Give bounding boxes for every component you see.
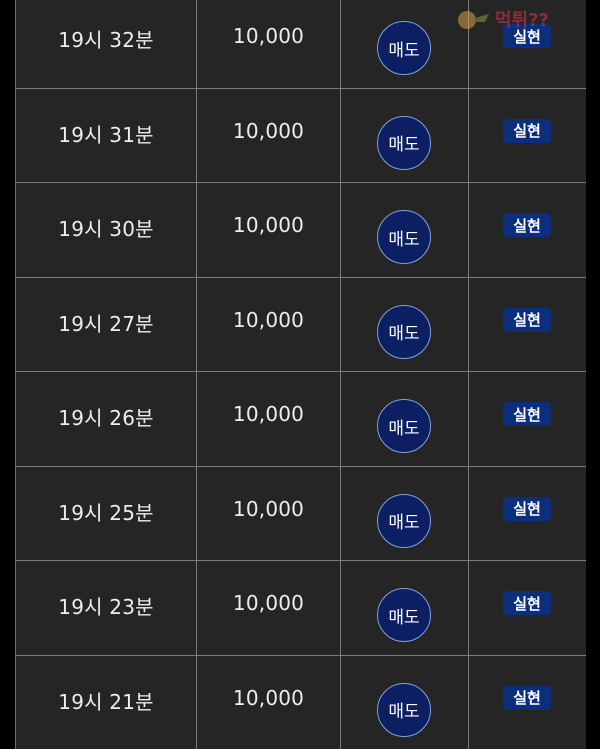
side-cell: 매도 (341, 466, 469, 560)
realized-badge[interactable]: 실현 (503, 213, 551, 237)
amount-cell: 10,000 (197, 561, 341, 655)
amount-text: 10,000 (232, 591, 305, 615)
watermark-title: 먹튀?? (495, 10, 550, 31)
time-cell: 19시 25분 (16, 466, 197, 560)
sell-button[interactable]: 매도 (377, 210, 431, 264)
side-cell: 매도 (341, 277, 469, 371)
amount-cell: 10,000 (197, 372, 341, 466)
realized-badge[interactable]: 실현 (503, 402, 551, 426)
time-cell: 19시 32분 (16, 0, 197, 88)
status-cell: 실현 (469, 656, 586, 749)
amount-cell: 10,000 (197, 88, 341, 182)
status-cell: 실현 (469, 372, 586, 466)
amount-text: 10,000 (232, 496, 305, 521)
side-cell: 매도 (341, 372, 469, 466)
status-cell: 실현 (469, 278, 586, 372)
realized-badge[interactable]: 실현 (503, 118, 551, 143)
time-cell: 19시 31분 (16, 88, 197, 182)
status-cell: 실현 (469, 183, 586, 277)
status-cell: 실현 (469, 467, 586, 561)
amount-cell: 10,000 (197, 655, 341, 749)
table-row: 19시 31분 10,000 매도 실현 (16, 88, 586, 183)
watermark-emblem-icon (458, 11, 489, 29)
sell-button[interactable]: 매도 (377, 588, 431, 642)
time-cell: 19시 30분 (16, 183, 197, 277)
table-row: 19시 30분 10,000 매도 실현 (16, 183, 586, 278)
time-text: 19시 23분 (58, 595, 154, 619)
amount-cell: 10,000 (197, 277, 341, 371)
amount-text: 10,000 (232, 307, 305, 332)
amount-text: 10,000 (232, 402, 305, 426)
sell-button[interactable]: 매도 (377, 21, 431, 75)
sell-button[interactable]: 매도 (377, 304, 431, 359)
time-cell: 19시 21분 (16, 655, 197, 749)
realized-badge[interactable]: 실현 (503, 591, 551, 615)
side-cell: 매도 (341, 88, 469, 182)
time-text: 19시 21분 (58, 689, 154, 714)
trade-history-table: 19시 32분 10,000 매도 실현 19시 31분 10,000 매도 실… (15, 0, 586, 749)
sell-button[interactable]: 매도 (377, 399, 431, 453)
amount-text: 10,000 (232, 118, 305, 143)
time-cell: 19시 23분 (16, 561, 197, 655)
time-text: 19시 26분 (58, 406, 154, 430)
time-cell: 19시 26분 (16, 372, 197, 466)
table-row: 19시 25분 10,000 매도 실현 (16, 466, 586, 561)
status-cell: 실현 (469, 561, 586, 655)
watermark-logo: 먹튀?? (455, 6, 585, 40)
time-cell: 19시 27분 (16, 277, 197, 371)
realized-badge[interactable]: 실현 (503, 307, 551, 332)
side-cell: 매도 (341, 561, 469, 655)
time-text: 19시 31분 (58, 122, 154, 147)
amount-text: 10,000 (232, 24, 305, 48)
amount-text: 10,000 (232, 213, 305, 237)
amount-text: 10,000 (232, 685, 305, 710)
time-text: 19시 25분 (58, 500, 154, 525)
realized-badge[interactable]: 실현 (503, 685, 551, 710)
time-text: 19시 27분 (58, 311, 154, 336)
amount-cell: 10,000 (197, 0, 341, 88)
table-row: 19시 21분 10,000 매도 실현 (16, 655, 586, 749)
table-row: 19시 23분 10,000 매도 실현 (16, 561, 586, 656)
side-cell: 매도 (341, 655, 469, 749)
status-cell: 실현 (469, 89, 586, 183)
side-cell: 매도 (341, 0, 469, 88)
sell-button[interactable]: 매도 (377, 493, 431, 548)
amount-cell: 10,000 (197, 183, 341, 277)
table-row: 19시 27분 10,000 매도 실현 (16, 277, 586, 372)
sell-button[interactable]: 매도 (377, 115, 431, 170)
amount-cell: 10,000 (197, 466, 341, 560)
side-cell: 매도 (341, 183, 469, 277)
realized-badge[interactable]: 실현 (503, 496, 551, 521)
trade-history-page: 19시 32분 10,000 매도 실현 19시 31분 10,000 매도 실… (0, 0, 600, 749)
time-text: 19시 32분 (58, 28, 154, 52)
time-text: 19시 30분 (58, 217, 154, 241)
sell-button[interactable]: 매도 (377, 682, 431, 737)
table-row: 19시 26분 10,000 매도 실현 (16, 372, 586, 467)
